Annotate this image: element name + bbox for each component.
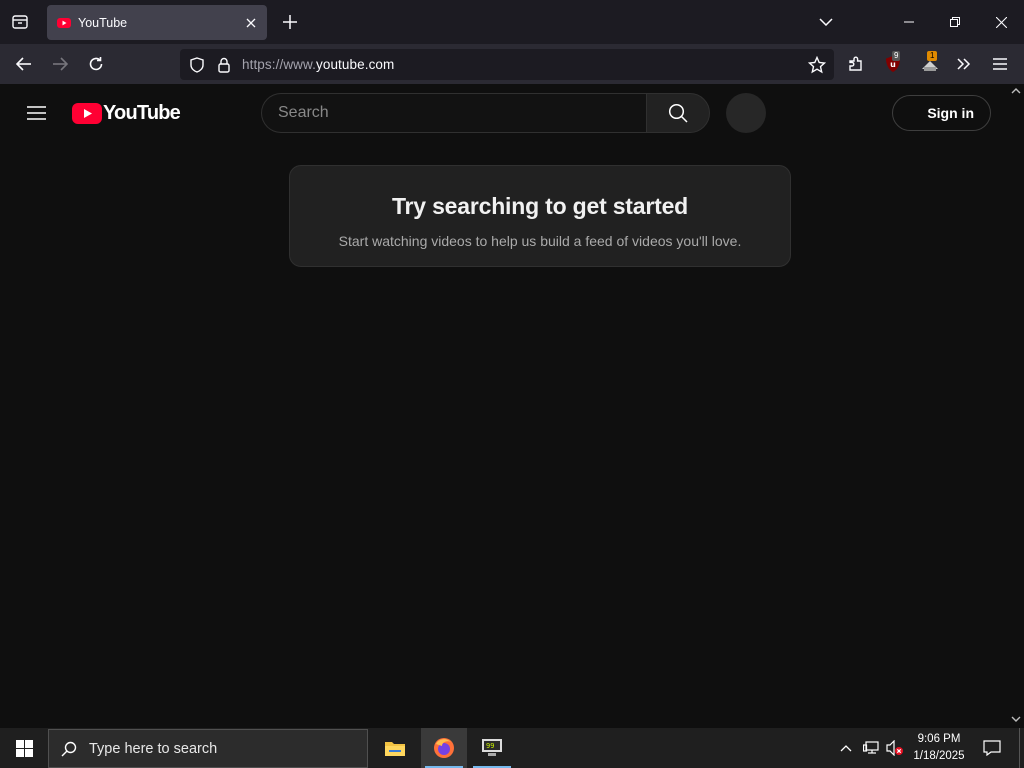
voice-search-button[interactable]	[726, 93, 766, 133]
youtube-favicon-icon	[57, 17, 71, 28]
volume-muted-icon	[886, 740, 903, 756]
ublock-badge: 9	[892, 51, 901, 61]
shield-icon	[190, 57, 204, 73]
tab-overview-button[interactable]	[6, 8, 34, 36]
ublock-extension-button[interactable]: u 9	[880, 50, 906, 78]
tab-title: YouTube	[78, 15, 128, 30]
taskbar-search-placeholder: Type here to search	[89, 741, 218, 757]
page-scrollbar[interactable]	[1008, 84, 1024, 728]
close-tab-button[interactable]	[238, 10, 264, 36]
firefox-icon	[434, 738, 454, 758]
minimize-window-button[interactable]	[886, 0, 932, 44]
address-bar[interactable]: https://www.youtube.com	[180, 49, 834, 80]
windows-logo-icon	[15, 739, 33, 757]
lock-icon	[218, 57, 230, 73]
star-icon	[808, 56, 826, 74]
more-tools-button[interactable]	[950, 50, 978, 78]
youtube-page: YouTube Sign in Try searching to get sta…	[0, 84, 1024, 728]
search-icon	[61, 741, 77, 757]
puzzle-icon	[849, 56, 862, 71]
hamburger-menu-icon	[26, 106, 46, 120]
youtube-logo-text: YouTube	[103, 102, 181, 124]
sign-in-button[interactable]: Sign in	[892, 95, 991, 131]
url-text: https://www.youtube.com	[242, 57, 395, 72]
tracking-protection-button[interactable]	[186, 54, 208, 76]
taskbar-firefox[interactable]	[421, 728, 467, 768]
prompt-subtitle: Start watching videos to help us build a…	[338, 233, 742, 249]
chevron-up-icon	[840, 744, 852, 751]
show-desktop-button[interactable]	[1019, 728, 1024, 768]
list-all-tabs-button[interactable]	[812, 8, 840, 36]
monitor-app-icon: 99	[482, 739, 502, 756]
start-button[interactable]	[0, 728, 48, 768]
browser-tab-youtube[interactable]: YouTube	[47, 5, 267, 40]
search-box[interactable]	[261, 93, 647, 133]
close-window-button[interactable]	[978, 0, 1024, 44]
folder-icon	[385, 742, 405, 756]
youtube-play-logo-icon	[72, 103, 102, 124]
taskbar-clock[interactable]: 9:06 PM 1/18/2025	[906, 731, 972, 765]
restore-window-button[interactable]	[932, 0, 978, 44]
search-icon	[668, 103, 688, 123]
svg-text:u: u	[890, 60, 896, 69]
windows-taskbar: Type here to search 99 9:06 PM 1/18/2025	[0, 728, 1024, 768]
show-hidden-icons-button[interactable]	[836, 736, 856, 760]
taskbar-app-3[interactable]: 99	[469, 728, 515, 768]
plus-icon	[283, 15, 297, 29]
reload-icon	[89, 57, 103, 71]
scroll-up-arrow-icon	[1011, 88, 1021, 94]
site-info-button[interactable]	[213, 54, 235, 76]
double-chevron-right-icon	[957, 58, 971, 70]
forward-button[interactable]	[45, 50, 75, 78]
browser-tab-bar: YouTube	[0, 0, 1024, 44]
scroll-down-arrow-icon	[1011, 716, 1021, 722]
tab-overview-icon	[12, 15, 28, 29]
search-button[interactable]	[646, 93, 710, 133]
action-center-button[interactable]	[978, 734, 1006, 762]
network-tray-button[interactable]	[860, 736, 882, 760]
chevron-down-icon	[819, 18, 833, 26]
feed-empty-prompt: Try searching to get started Start watch…	[289, 165, 791, 267]
minimize-icon	[904, 21, 914, 23]
sign-in-label: Sign in	[927, 105, 974, 121]
arrow-right-icon	[53, 57, 68, 71]
app-menu-button[interactable]	[986, 50, 1014, 78]
browser-nav-bar: https://www.youtube.com u 9 1	[0, 44, 1024, 84]
restore-icon	[950, 17, 960, 27]
close-icon	[246, 18, 256, 27]
prompt-title: Try searching to get started	[391, 193, 689, 219]
clock-time: 9:06 PM	[917, 733, 961, 745]
guide-menu-button[interactable]	[20, 97, 52, 129]
search-input[interactable]	[278, 94, 628, 132]
back-button[interactable]	[9, 50, 39, 78]
network-icon	[863, 741, 879, 754]
extension-2-button[interactable]: 1	[916, 50, 944, 78]
svg-text:99: 99	[486, 742, 494, 750]
arrow-left-icon	[16, 57, 31, 71]
new-tab-button[interactable]	[276, 8, 304, 36]
close-icon	[995, 16, 1007, 28]
taskbar-search-box[interactable]: Type here to search	[48, 729, 368, 768]
notification-icon	[983, 740, 1001, 756]
taskbar-file-explorer[interactable]	[372, 728, 418, 768]
volume-tray-button[interactable]	[884, 736, 906, 760]
reload-button[interactable]	[81, 50, 111, 78]
clock-date: 1/18/2025	[913, 750, 965, 762]
hamburger-menu-icon	[993, 58, 1007, 70]
bookmark-star-button[interactable]	[805, 53, 829, 77]
extensions-button[interactable]	[842, 50, 870, 78]
youtube-masthead: YouTube Sign in	[0, 84, 1008, 142]
extension-2-badge: 1	[927, 51, 938, 61]
